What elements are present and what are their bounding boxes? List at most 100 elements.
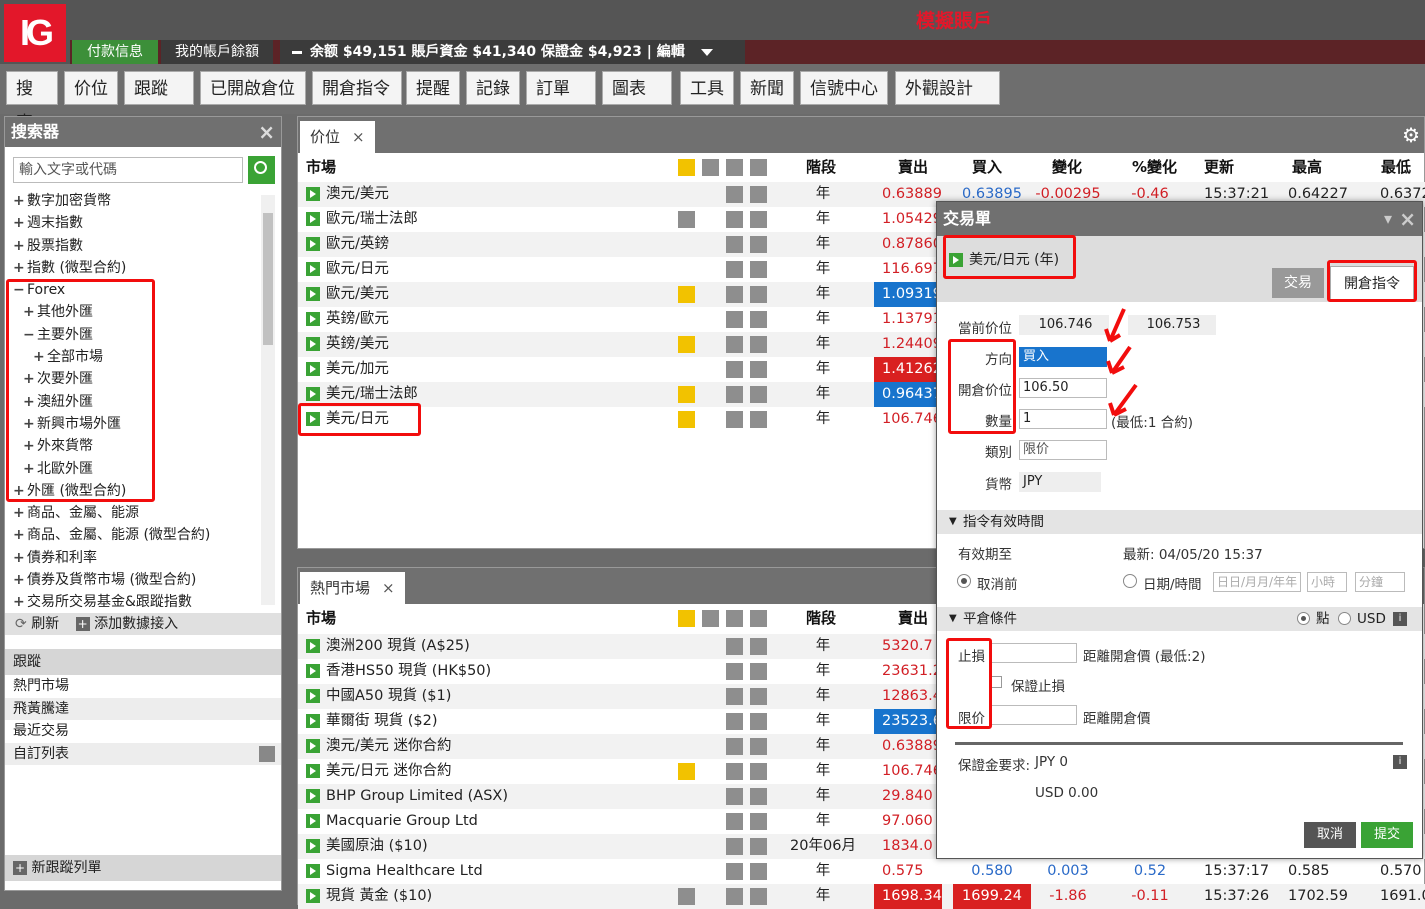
close-conditions-header[interactable]: ▼ 平倉條件 點 USD i — [937, 607, 1422, 631]
table-row[interactable]: 現貨 黃金 ($10) 年 1698.34 1699.24 -1.86 -0.11 15:3… — [298, 884, 1425, 909]
chevron-down-icon[interactable] — [750, 311, 767, 328]
signal-bulb-icon[interactable] — [678, 411, 695, 428]
col-header-low[interactable]: 最低 — [1381, 153, 1411, 181]
chevron-down-icon[interactable] — [750, 763, 767, 780]
chart-icon[interactable] — [726, 788, 743, 805]
signal-bulb-icon[interactable] — [678, 211, 695, 228]
edit-icon[interactable] — [259, 745, 275, 762]
market-name[interactable]: 英鎊/美元 — [306, 332, 666, 357]
expand-icon[interactable]: + — [13, 212, 27, 234]
direction-select[interactable]: 買入 — [1019, 347, 1107, 367]
col-header-sell[interactable]: 賣出 — [898, 153, 928, 181]
chevron-down-icon[interactable] — [750, 888, 767, 905]
stop-input[interactable] — [989, 643, 1077, 663]
radio-points[interactable] — [1297, 612, 1310, 625]
chevron-down-icon[interactable] — [750, 713, 767, 730]
balance-summary[interactable]: 余额 $49,151 賬戶資金 $41,340 保證金 $4,923 | 編輯 — [280, 40, 745, 64]
tab-hot-markets[interactable]: 熱門市場 × — [300, 572, 405, 604]
tree-item[interactable]: + 週末指數 — [13, 212, 258, 234]
sell-price[interactable]: 0.575 — [874, 859, 942, 884]
column-icon[interactable] — [726, 159, 743, 176]
expand-icon[interactable]: + — [13, 524, 27, 546]
play-icon[interactable] — [306, 889, 320, 903]
play-icon[interactable] — [306, 789, 320, 803]
date-input[interactable]: 日日/月月/年年 — [1213, 572, 1301, 592]
chart-icon[interactable] — [726, 663, 743, 680]
play-icon[interactable] — [306, 714, 320, 728]
market-name[interactable]: 香港HS50 現貨 (HK$50) — [306, 659, 666, 684]
play-icon[interactable] — [306, 237, 320, 251]
close-icon[interactable]: × — [258, 117, 275, 147]
chart-icon[interactable] — [726, 386, 743, 403]
play-icon[interactable] — [306, 839, 320, 853]
play-icon[interactable] — [306, 387, 320, 401]
buy-cell[interactable]: 0.580 — [953, 859, 1031, 884]
play-icon[interactable] — [306, 287, 320, 301]
market-name[interactable]: 中國A50 現貨 ($1) — [306, 684, 666, 709]
tab-prices[interactable]: 价位 × — [300, 121, 375, 153]
chevron-down-icon[interactable] — [750, 186, 767, 203]
chevron-down-icon[interactable] — [750, 336, 767, 353]
menu-3[interactable]: 已開啟倉位 — [200, 71, 306, 105]
chart-icon[interactable] — [726, 713, 743, 730]
radio-usd[interactable] — [1338, 612, 1351, 625]
sell-price[interactable]: 116.697 — [874, 257, 942, 282]
chevron-down-icon[interactable] — [750, 663, 767, 680]
close-icon[interactable]: × — [382, 579, 395, 597]
watchlist-item[interactable]: 熱門市場 — [5, 675, 281, 698]
menu-7[interactable]: 訂單 — [526, 71, 596, 127]
tree-item[interactable]: + 數字加密貨幣 — [13, 190, 258, 212]
col-header-sell[interactable]: 賣出 — [898, 604, 928, 632]
menu-9[interactable]: 工具 — [680, 71, 734, 105]
sell-price[interactable]: 1.41262 — [874, 357, 942, 382]
add-feed-button[interactable]: 添加數據接入 — [94, 616, 178, 632]
tree-item[interactable]: + 債券及貨幣市場 (微型合約) — [13, 569, 258, 591]
column-icon[interactable] — [678, 610, 695, 627]
chevron-down-icon[interactable] — [750, 386, 767, 403]
tree-item[interactable]: + 指數 (微型合約) — [13, 257, 258, 279]
market-name[interactable]: 歐元/美元 — [306, 282, 666, 307]
menu-4[interactable]: 開倉指令 — [312, 71, 402, 105]
sell-price[interactable]: 106.746 — [874, 407, 942, 432]
watchlist-item[interactable]: 飛黃騰達 — [5, 697, 281, 720]
tree-item[interactable]: + 商品、金屬、能源 (微型合約) — [13, 524, 258, 546]
close-icon[interactable]: × — [1399, 202, 1416, 236]
limit-input[interactable] — [989, 705, 1077, 725]
open-price-input[interactable]: 106.50 — [1019, 378, 1107, 398]
chart-icon[interactable] — [726, 211, 743, 228]
chevron-down-icon[interactable] — [750, 211, 767, 228]
play-icon[interactable] — [306, 739, 320, 753]
play-icon[interactable] — [306, 814, 320, 828]
sell-price[interactable]: 1834.0 — [874, 834, 942, 859]
market-name[interactable]: 美元/加元 — [306, 357, 666, 382]
chevron-down-icon[interactable] — [750, 638, 767, 655]
col-header-high[interactable]: 最高 — [1292, 153, 1322, 181]
menu-1[interactable]: 价位 — [64, 71, 118, 105]
refresh-icon[interactable]: ⟳ — [15, 616, 27, 632]
tree-item[interactable]: + 股票指數 — [13, 235, 258, 257]
chevron-down-icon[interactable] — [750, 863, 767, 880]
chevron-down-icon[interactable] — [750, 738, 767, 755]
signal-bulb-icon[interactable] — [678, 386, 695, 403]
chart-icon[interactable] — [726, 763, 743, 780]
signal-bulb-icon[interactable] — [678, 336, 695, 353]
expand-icon[interactable]: + — [13, 502, 27, 524]
tab-trade[interactable]: 交易 — [1272, 268, 1324, 298]
tree-item[interactable]: + 交易所交易基金&跟蹤指數 — [13, 591, 258, 613]
play-icon[interactable] — [306, 764, 320, 778]
menu-10[interactable]: 新聞 — [740, 71, 794, 105]
sell-price[interactable]: 1.05429 — [874, 207, 942, 232]
signal-bulb-icon[interactable] — [678, 286, 695, 303]
close-icon[interactable]: × — [352, 128, 365, 146]
chart-icon[interactable] — [726, 286, 743, 303]
col-header-change[interactable]: 變化 — [1052, 153, 1082, 181]
cancel-button[interactable]: 取消 — [1304, 822, 1356, 848]
radio-datetime[interactable] — [1123, 574, 1137, 588]
market-name[interactable]: 現貨 黃金 ($10) — [306, 884, 666, 909]
menu-2[interactable]: 跟蹤 — [124, 71, 194, 127]
market-name[interactable]: 澳元/美元 — [306, 182, 666, 207]
market-name[interactable]: 華爾街 現貨 ($2) — [306, 709, 666, 734]
refresh-button[interactable]: 刷新 — [31, 616, 59, 632]
market-name[interactable]: Sigma Healthcare Ltd — [306, 859, 666, 884]
expand-icon[interactable]: + — [13, 257, 27, 279]
